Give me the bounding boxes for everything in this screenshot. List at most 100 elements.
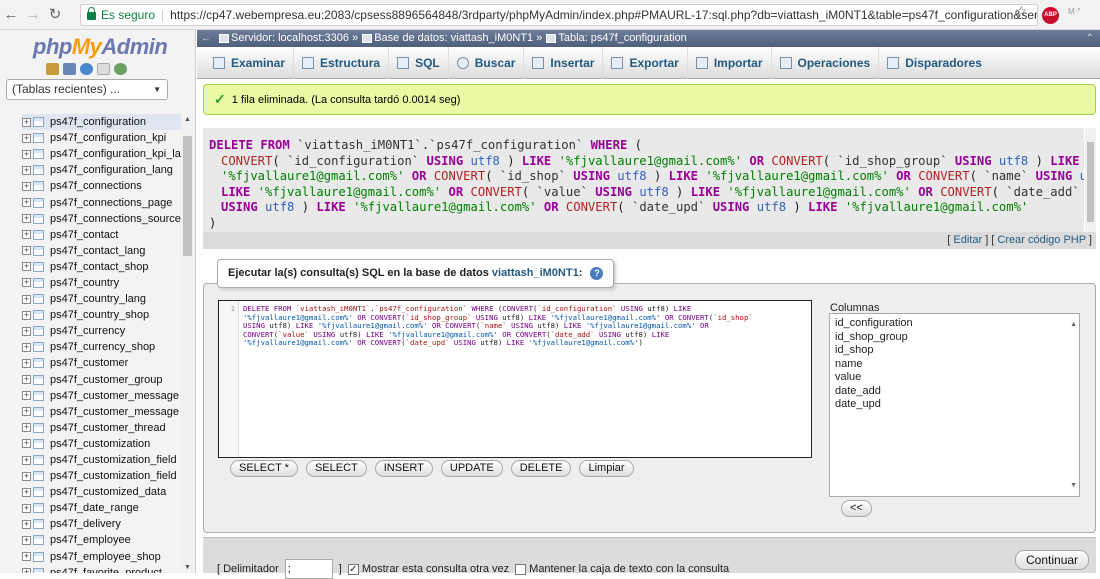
create-php-code-link[interactable]: Crear código PHP xyxy=(997,234,1085,246)
back-icon[interactable]: ← xyxy=(0,0,22,30)
column-option[interactable]: id_shop_group xyxy=(835,331,1074,345)
expand-icon[interactable]: + xyxy=(22,230,31,240)
expand-icon[interactable]: + xyxy=(22,149,31,159)
scroll-top-icon[interactable]: ⌃ xyxy=(1086,30,1094,47)
expand-icon[interactable]: + xyxy=(22,423,31,433)
bookmark-star-icon[interactable]: ☆ xyxy=(1015,3,1028,20)
expand-icon[interactable]: + xyxy=(22,375,31,385)
column-option[interactable]: value xyxy=(835,371,1074,385)
tab-insertar[interactable]: Insertar xyxy=(524,46,604,79)
tab-importar[interactable]: Importar xyxy=(688,46,772,79)
expand-icon[interactable]: + xyxy=(22,133,31,143)
extension-icon[interactable]: M·° xyxy=(1068,7,1081,16)
table-tree-item[interactable]: + ps47f_country_shop xyxy=(22,307,184,323)
expand-icon[interactable]: + xyxy=(22,439,31,449)
tab-exportar[interactable]: Exportar xyxy=(603,46,688,79)
help-icon[interactable]: ? xyxy=(590,267,604,280)
edit-query-link[interactable]: Editar xyxy=(953,234,982,246)
expand-icon[interactable]: + xyxy=(22,358,31,368)
table-tree-item[interactable]: + ps47f_date_range xyxy=(22,500,184,516)
column-option[interactable]: date_upd xyxy=(835,398,1074,412)
table-tree-item[interactable]: + ps47f_contact_shop xyxy=(22,259,184,275)
scroll-thumb[interactable] xyxy=(1087,142,1094,222)
expand-icon[interactable]: + xyxy=(22,568,31,573)
table-tree-item[interactable]: + ps47f_country_lang xyxy=(22,291,184,307)
table-tree-item[interactable]: + ps47f_delivery xyxy=(22,516,184,532)
breadcrumb-table[interactable]: Tabla: ps47f_configuration xyxy=(558,30,686,47)
table-tree-item[interactable]: + ps47f_contact_lang xyxy=(22,243,184,259)
help-icon[interactable] xyxy=(80,63,93,75)
expand-icon[interactable]: + xyxy=(22,519,31,529)
home-icon[interactable] xyxy=(46,63,59,75)
reload-nav-icon[interactable] xyxy=(114,63,127,75)
tab-estructura[interactable]: Estructura xyxy=(294,46,390,79)
table-tree-item[interactable]: + ps47f_employee xyxy=(22,532,184,548)
scroll-down-icon[interactable]: ▼ xyxy=(184,564,191,571)
query-scrollbar[interactable] xyxy=(1085,128,1096,232)
insert-column-button[interactable]: << xyxy=(841,500,872,517)
reload-icon[interactable]: ↻ xyxy=(44,0,66,30)
expand-icon[interactable]: + xyxy=(22,181,31,191)
table-tree-item[interactable]: + ps47f_favorite_product xyxy=(22,565,184,573)
delimiter-input[interactable] xyxy=(284,559,333,579)
expand-icon[interactable]: + xyxy=(22,310,31,320)
table-tree-item[interactable]: + ps47f_customization xyxy=(22,436,184,452)
expand-icon[interactable]: + xyxy=(22,165,31,175)
adblock-extension-icon[interactable]: ABP xyxy=(1042,7,1059,24)
table-tree-item[interactable]: + ps47f_customized_data xyxy=(22,484,184,500)
expand-icon[interactable]: + xyxy=(22,198,31,208)
forward-icon[interactable]: → xyxy=(22,0,44,30)
table-tree-item[interactable]: + ps47f_customer xyxy=(22,355,184,371)
tab-sql[interactable]: SQL xyxy=(389,46,449,79)
breadcrumb-database[interactable]: Base de datos: viattash_iM0NT1 xyxy=(374,30,533,47)
scroll-thumb[interactable] xyxy=(183,136,192,256)
scroll-up-icon[interactable]: ▲ xyxy=(184,116,191,123)
columns-list[interactable]: id_configuration id_shop_group id_shop n… xyxy=(829,313,1080,497)
expand-icon[interactable]: + xyxy=(22,471,31,481)
column-option[interactable]: id_configuration xyxy=(835,317,1074,331)
column-option[interactable]: date_add xyxy=(835,385,1074,399)
expand-icon[interactable]: + xyxy=(22,407,31,417)
table-tree-item[interactable]: + ps47f_contact xyxy=(22,227,184,243)
expand-icon[interactable]: + xyxy=(22,503,31,513)
tab-examinar[interactable]: Examinar xyxy=(205,46,295,79)
table-tree-item[interactable]: + ps47f_customer_thread xyxy=(22,420,184,436)
expand-icon[interactable]: + xyxy=(22,342,31,352)
tab-operaciones[interactable]: Operaciones xyxy=(772,46,880,79)
collapse-nav-icon[interactable]: ← xyxy=(197,30,215,47)
exit-icon[interactable] xyxy=(63,63,76,75)
expand-icon[interactable]: + xyxy=(22,262,31,272)
table-tree-item[interactable]: + ps47f_currency xyxy=(22,323,184,339)
table-tree-item[interactable]: + ps47f_connections_source xyxy=(22,211,184,227)
expand-icon[interactable]: + xyxy=(22,552,31,562)
docs-icon[interactable] xyxy=(97,63,110,75)
update-button[interactable]: UPDATE xyxy=(440,460,503,477)
expand-icon[interactable]: + xyxy=(22,278,31,288)
tab-buscar[interactable]: Buscar xyxy=(449,46,525,79)
expand-icon[interactable]: + xyxy=(22,326,31,336)
column-option[interactable]: name xyxy=(835,358,1074,372)
column-option[interactable]: id_shop xyxy=(835,344,1074,358)
select-button[interactable]: SELECT xyxy=(305,460,367,477)
continue-button[interactable]: Continuar xyxy=(1015,550,1090,570)
table-tree-item[interactable]: + ps47f_currency_shop xyxy=(22,339,184,355)
recent-tables-select[interactable]: (Tablas recientes) ... ▼ xyxy=(6,79,168,100)
clear-button[interactable]: Limpiar xyxy=(579,460,634,477)
breadcrumb-server[interactable]: Servidor: localhost:3306 xyxy=(231,30,349,47)
expand-icon[interactable]: + xyxy=(22,117,31,127)
insert-button[interactable]: INSERT xyxy=(374,460,433,477)
delete-button[interactable]: DELETE xyxy=(510,460,572,477)
nav-scrollbar[interactable]: ▲ ▼ xyxy=(181,114,194,573)
address-bar[interactable]: Es seguro | https://cp47.webempresa.eu:2… xyxy=(80,4,1038,26)
table-tree-item[interactable]: + ps47f_employee_shop xyxy=(22,549,184,565)
table-tree-item[interactable]: + ps47f_connections_page xyxy=(22,194,184,210)
table-tree-item[interactable]: + ps47f_configuration_kpi_la xyxy=(22,146,184,162)
expand-icon[interactable]: + xyxy=(22,487,31,497)
scroll-up-icon[interactable]: ▲ xyxy=(1070,318,1077,332)
expand-icon[interactable]: + xyxy=(22,391,31,401)
table-tree-item[interactable]: + ps47f_customer_message xyxy=(22,388,184,404)
sql-editor[interactable]: 1 DELETE FROM `viattash_iM0NT1`.`ps47f_c… xyxy=(218,300,812,458)
table-tree-item[interactable]: + ps47f_customization_field xyxy=(22,452,184,468)
sql-editor-text[interactable]: DELETE FROM `viattash_iM0NT1`.`ps47f_con… xyxy=(243,304,809,348)
phpmyadmin-logo[interactable]: phpMyAdmin xyxy=(33,34,168,60)
